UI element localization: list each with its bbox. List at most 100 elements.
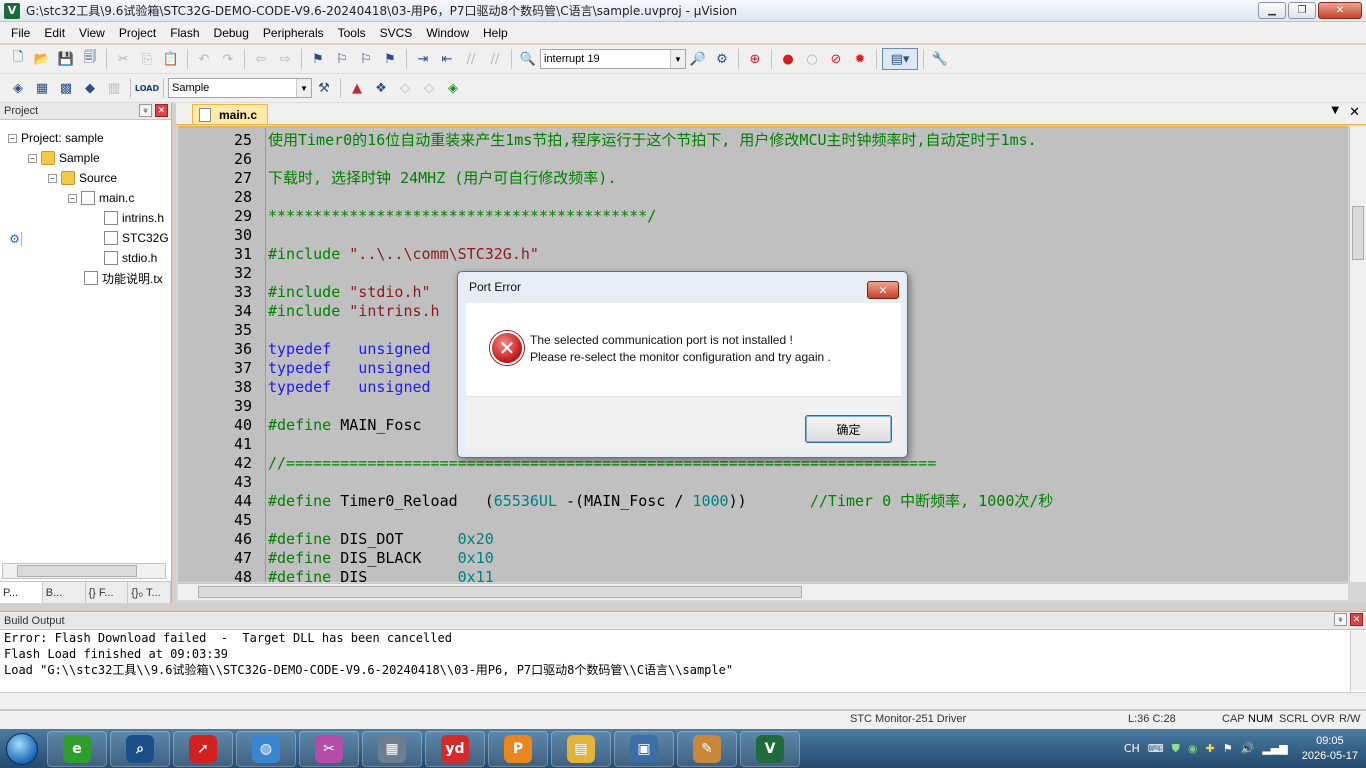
taskbar-app-button[interactable]: ▣ <box>614 730 674 767</box>
taskbar-app-button[interactable]: ▤ <box>551 730 611 767</box>
collapse-icon[interactable]: − <box>48 173 57 183</box>
code-line[interactable]: 25 使用Timer0的16位自动重装来产生1ms节拍,程序运行于这个节拍下, 用… <box>178 131 1348 150</box>
code-line[interactable]: 46 #define DIS_DOT 0x20 <box>178 530 1348 549</box>
translate-icon[interactable]: ◈ <box>7 77 29 99</box>
taskbar-app-button[interactable]: ◍ <box>236 730 296 767</box>
collapse-icon[interactable]: − <box>28 153 37 163</box>
download-icon[interactable]: LOAD <box>135 77 159 99</box>
tab-main-c[interactable]: main.c <box>192 104 269 124</box>
collapse-icon[interactable]: − <box>8 133 17 143</box>
scrollbar-thumb[interactable] <box>17 565 137 577</box>
chevron-down-icon[interactable]: ▼ <box>296 79 311 97</box>
taskbar-app-button[interactable]: ✎ <box>677 730 737 767</box>
close-button[interactable]: ✕ <box>1318 2 1362 19</box>
menu-flash[interactable]: Flash <box>163 26 206 40</box>
code-line[interactable]: 26 <box>178 150 1348 169</box>
flag-icon[interactable]: ⚑ <box>1223 742 1233 755</box>
window-layout-icon[interactable]: ▤▾ <box>882 48 918 70</box>
editor-horizontal-scrollbar[interactable] <box>178 583 1348 600</box>
code-line[interactable]: 44 #define Timer0_Reload (65536UL -(MAIN_… <box>178 492 1348 511</box>
taskbar-app-button[interactable]: ➚ <box>173 730 233 767</box>
build-icon[interactable]: ▦ <box>31 77 53 99</box>
unindent-icon[interactable]: ⇤ <box>436 48 458 70</box>
taskbar-app-button[interactable]: V <box>740 730 800 767</box>
batch-build-icon[interactable]: ◆ <box>79 77 101 99</box>
tree-item-source-group[interactable]: − Source <box>48 169 117 187</box>
collapse-icon[interactable]: − <box>68 193 77 203</box>
pack-installer-icon[interactable]: ◇ <box>394 77 416 99</box>
pin-icon[interactable]: ᵠ <box>1334 613 1347 626</box>
menu-tools[interactable]: Tools <box>331 26 373 40</box>
tree-item-stc32g-h[interactable]: STC32G <box>104 229 169 247</box>
menu-project[interactable]: Project <box>112 26 163 40</box>
menu-debug[interactable]: Debug <box>207 26 256 40</box>
close-editor-icon[interactable]: ✕ <box>1349 105 1360 120</box>
volume-icon[interactable]: 🔊 <box>1241 742 1255 755</box>
debug-session-icon[interactable]: ⊕ <box>744 48 766 70</box>
code-line[interactable]: 43 <box>178 473 1348 492</box>
code-line[interactable]: 47 #define DIS_BLACK 0x10 <box>178 549 1348 568</box>
clear-bookmarks-icon[interactable]: ⚑ <box>379 48 401 70</box>
build-output-horizontal-scrollbar[interactable] <box>0 692 1366 709</box>
copy-icon[interactable]: ⎘ <box>136 48 158 70</box>
security-shield-icon[interactable]: ⛊ <box>1172 742 1180 756</box>
configure-icon[interactable]: 🔧 <box>929 48 951 70</box>
redo-icon[interactable]: ↷ <box>217 48 239 70</box>
tree-item-intrins-h[interactable]: intrins.h <box>104 209 164 227</box>
project-horizontal-scrollbar[interactable] <box>2 563 166 579</box>
pin-icon[interactable]: ᵠ <box>139 104 152 117</box>
tab-list-chevron-icon[interactable]: ▼ <box>1331 105 1339 120</box>
clock[interactable]: 09:05 2026-05-17 <box>1302 734 1358 764</box>
network-signal-icon[interactable]: ▂▄▆ <box>1262 742 1287 755</box>
breakpoint-icon[interactable]: ● <box>777 48 799 70</box>
taskbar-app-button[interactable]: ⌕ <box>110 730 170 767</box>
select-software-packs-icon[interactable]: ◇ <box>418 77 440 99</box>
dialog-close-button[interactable]: ✕ <box>867 281 899 299</box>
cut-icon[interactable]: ✂ <box>112 48 134 70</box>
target-combo[interactable]: Sample ▼ <box>168 78 312 98</box>
menu-svcs[interactable]: SVCS <box>373 26 420 40</box>
menu-edit[interactable]: Edit <box>37 26 72 40</box>
next-bookmark-icon[interactable]: ⚐ <box>355 48 377 70</box>
tab-templates[interactable]: {}₀ T... <box>128 582 171 603</box>
incremental-find-icon[interactable]: ⚙ <box>711 48 733 70</box>
rebuild-icon[interactable]: ▩ <box>55 77 77 99</box>
find-icon[interactable]: 🔎 <box>687 48 709 70</box>
menu-file[interactable]: File <box>4 26 37 40</box>
keyboard-icon[interactable]: ⌨ <box>1148 742 1164 755</box>
undo-icon[interactable]: ↶ <box>193 48 215 70</box>
panel-close-icon[interactable]: ✕ <box>155 104 168 117</box>
tree-item-project[interactable]: − ⚙ Project: sample <box>8 129 104 246</box>
code-line[interactable]: 31 #include "..\..\comm\STC32G.h" <box>178 245 1348 264</box>
code-line[interactable]: 27 下载时, 选择时钟 24MHZ (用户可自行修改频率). <box>178 169 1348 188</box>
bookmark-icon[interactable]: ⚑ <box>307 48 329 70</box>
editor-vertical-scrollbar[interactable] <box>1349 126 1366 582</box>
tree-item-main-c[interactable]: − main.c <box>68 189 134 207</box>
navigate-forward-icon[interactable]: ⇨ <box>274 48 296 70</box>
kill-breakpoints-icon[interactable]: ✹ <box>849 48 871 70</box>
uncomment-icon[interactable]: // <box>484 48 506 70</box>
paste-icon[interactable]: 📋 <box>160 48 182 70</box>
start-button[interactable] <box>0 730 44 768</box>
disable-breakpoint-icon[interactable]: ○ <box>801 48 823 70</box>
menu-view[interactable]: View <box>72 26 112 40</box>
taskbar-app-button[interactable]: e <box>47 730 107 767</box>
code-line[interactable]: 45 <box>178 511 1348 530</box>
scrollbar-thumb[interactable] <box>198 586 802 598</box>
plus-app-icon[interactable]: ✚ <box>1206 742 1215 755</box>
find-in-files-icon[interactable]: 🔍 <box>517 48 539 70</box>
taskbar-app-button[interactable]: ✂ <box>299 730 359 767</box>
new-file-icon[interactable]: 🗋 <box>7 48 29 70</box>
panel-close-icon[interactable]: ✕ <box>1350 613 1363 626</box>
stop-build-icon[interactable]: ▥ <box>103 77 125 99</box>
tree-item-readme-txt[interactable]: 功能说明.tx <box>84 269 163 287</box>
taskbar-app-button[interactable]: P <box>488 730 548 767</box>
language-indicator[interactable]: CH <box>1124 742 1140 755</box>
tab-project[interactable]: P... <box>0 582 43 603</box>
menu-window[interactable]: Window <box>419 26 476 40</box>
menu-peripherals[interactable]: Peripherals <box>256 26 331 40</box>
open-folder-icon[interactable]: 📂 <box>31 48 53 70</box>
code-line[interactable]: 29 **************************************… <box>178 207 1348 226</box>
run-time-environment-icon[interactable]: ◈ <box>442 77 464 99</box>
chevron-down-icon[interactable]: ▼ <box>670 50 685 68</box>
